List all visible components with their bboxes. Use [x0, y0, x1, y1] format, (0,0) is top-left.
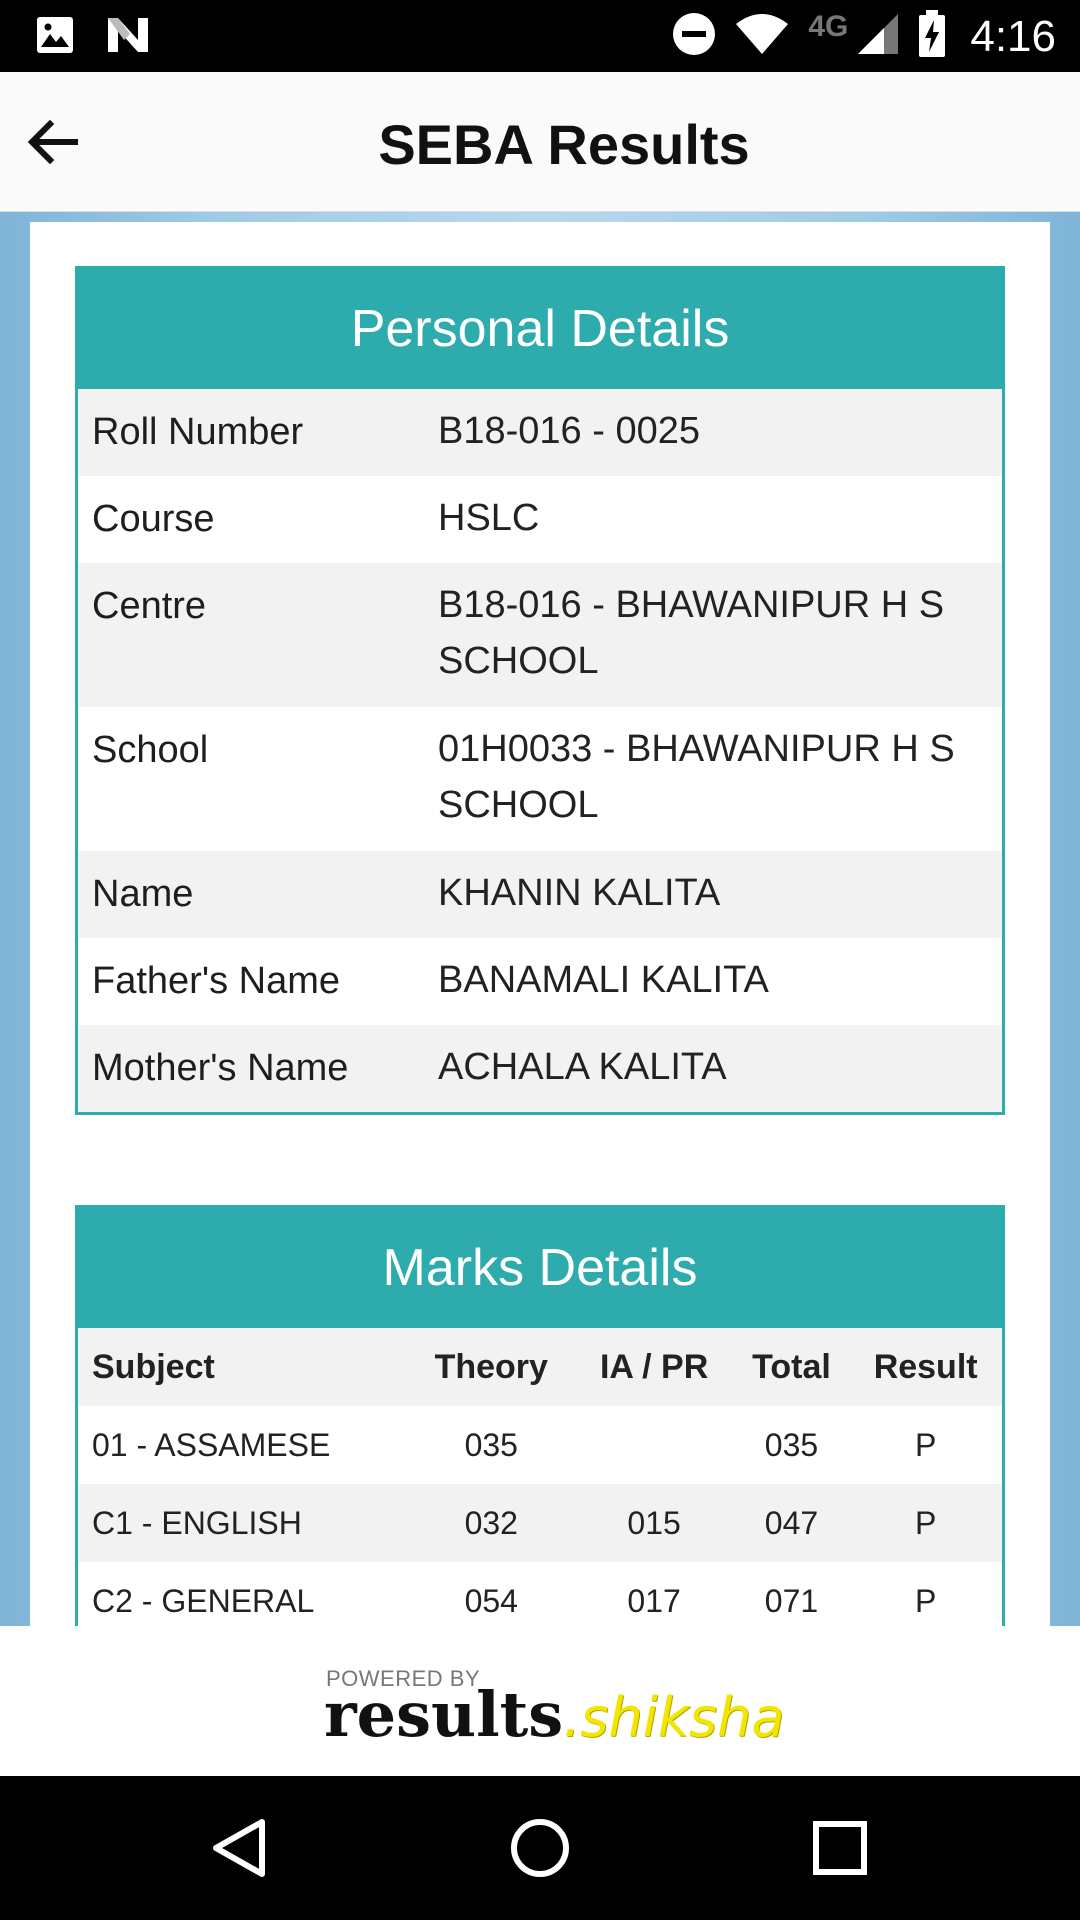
column-header-result: Result [849, 1328, 1002, 1406]
table-row: 01 - ASSAMESE 035 035 P [78, 1406, 1002, 1484]
result-cell: P [914, 1504, 937, 1541]
personal-details-panel: Personal Details Roll Number B18-016 - 0… [75, 266, 1005, 1115]
n-icon [106, 16, 150, 59]
subject-cell: C2 - GENERAL [92, 1582, 315, 1619]
ia-pr-cell: 017 [627, 1582, 681, 1619]
table-row: Father's Name BANAMALI KALITA [78, 938, 1002, 1025]
column-header-subject: Subject [78, 1328, 408, 1406]
logo-main: results [324, 1678, 564, 1751]
ia-pr-cell [575, 1406, 734, 1484]
nav-recents-icon [813, 1821, 867, 1875]
row-label: Mother's Name [92, 1047, 349, 1089]
footer: POWERED BY results.shiksha [0, 1626, 1080, 1776]
total-cell: 071 [764, 1582, 819, 1619]
page-title: SEBA Results [378, 113, 750, 176]
table-row: Centre B18-016 - BHAWANIPUR H S SCHOOL [78, 563, 1002, 707]
image-icon [36, 16, 74, 59]
theory-cell: 032 [464, 1504, 518, 1541]
row-label: Centre [92, 585, 207, 627]
wifi-icon [734, 12, 790, 61]
status-bar: 4G 4:16 [0, 0, 1080, 72]
row-value: B18-016 - BHAWANIPUR H S SCHOOL [438, 584, 945, 682]
row-label: Roll Number [92, 411, 304, 453]
total-cell: 047 [764, 1504, 819, 1541]
row-label: Name [92, 873, 194, 915]
subject-cell: C1 - ENGLISH [92, 1504, 302, 1541]
signal-icon [856, 12, 900, 61]
total-cell: 035 [764, 1426, 819, 1463]
nav-back-icon [213, 1819, 265, 1877]
marks-details-heading: Marks Details [78, 1208, 1002, 1328]
table-row: C2 - GENERAL 054 017 071 P [78, 1562, 1002, 1626]
row-value: B18-016 - 0025 [438, 410, 700, 452]
table-header-row: Subject Theory IA / PR Total Result [78, 1328, 1002, 1406]
theory-cell: 035 [464, 1426, 518, 1463]
table-row: Course HSLC [78, 476, 1002, 563]
row-value: KHANIN KALITA [438, 872, 721, 914]
subject-cell: 01 - ASSAMESE [92, 1426, 331, 1463]
row-value: 01H0033 - BHAWANIPUR H S SCHOOL [438, 728, 955, 826]
battery-charging-icon [918, 10, 946, 63]
table-row: Mother's Name ACHALA KALITA [78, 1025, 1002, 1112]
do-not-disturb-icon [672, 12, 716, 61]
theory-cell: 054 [464, 1582, 518, 1619]
result-cell: P [914, 1582, 937, 1619]
clock: 4:16 [970, 11, 1056, 61]
personal-details-heading: Personal Details [78, 269, 1002, 389]
nav-back-button[interactable] [200, 1808, 280, 1888]
table-row: C1 - ENGLISH 032 015 047 P [78, 1484, 1002, 1562]
column-header-ia-pr: IA / PR [574, 1328, 734, 1406]
app-bar: SEBA Results [0, 72, 1080, 212]
nav-home-icon [511, 1819, 569, 1877]
marks-table: Subject Theory IA / PR Total Result 01 -… [78, 1328, 1002, 1626]
logo-accent: .shiksha [563, 1686, 785, 1749]
row-label: School [92, 729, 209, 771]
network-type: 4G [808, 9, 849, 43]
row-label: Father's Name [92, 960, 341, 1002]
personal-details-table: Roll Number B18-016 - 0025 Course HSLC C… [78, 389, 1002, 1112]
marks-details-panel: Marks Details Subject Theory IA / PR Tot… [75, 1205, 1005, 1626]
column-header-theory: Theory [408, 1328, 575, 1406]
row-value: HSLC [438, 497, 540, 539]
ia-pr-cell: 015 [627, 1504, 681, 1541]
column-header-total: Total [733, 1328, 850, 1406]
navigation-bar [0, 1776, 1080, 1920]
results-shiksha-logo[interactable]: results.shiksha [324, 1678, 784, 1751]
nav-recents-button[interactable] [800, 1808, 880, 1888]
table-row: School 01H0033 - BHAWANIPUR H S SCHOOL [78, 707, 1002, 851]
result-cell: P [914, 1426, 937, 1463]
row-value: ACHALA KALITA [438, 1046, 727, 1088]
table-row: Name KHANIN KALITA [78, 851, 1002, 938]
row-label: Course [92, 498, 215, 540]
table-row: Roll Number B18-016 - 0025 [78, 389, 1002, 476]
nav-home-button[interactable] [500, 1808, 580, 1888]
row-value: BANAMALI KALITA [438, 959, 769, 1001]
result-card: Personal Details Roll Number B18-016 - 0… [30, 222, 1050, 1626]
content-area[interactable]: Personal Details Roll Number B18-016 - 0… [0, 212, 1080, 1626]
